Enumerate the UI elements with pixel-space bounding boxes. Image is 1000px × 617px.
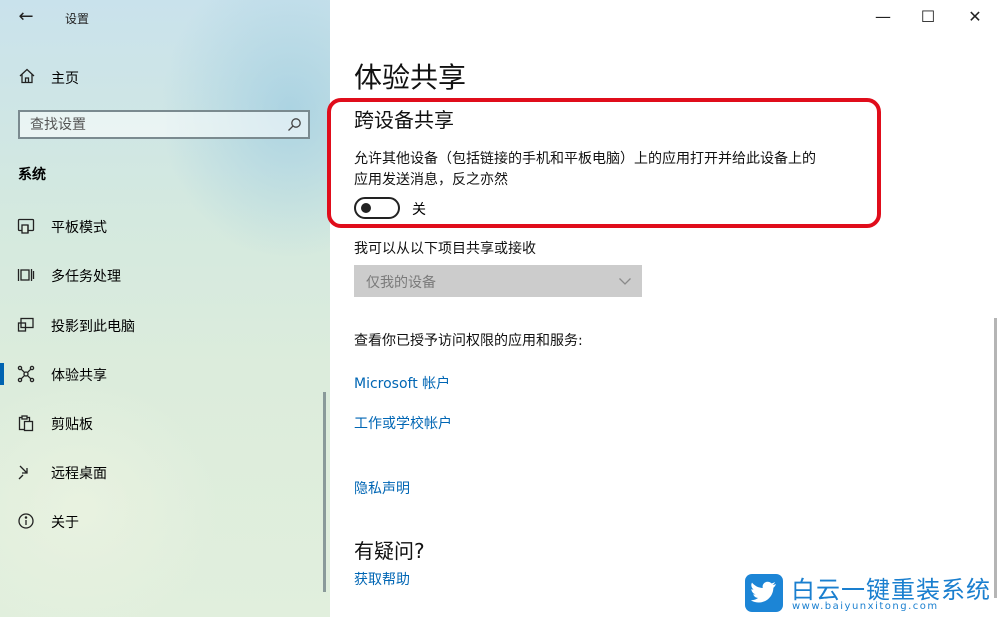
cross-device-toggle[interactable] (354, 197, 400, 219)
sidebar-item-label: 体验共享 (51, 368, 107, 384)
minimize-button[interactable]: — (863, 4, 903, 30)
search-input[interactable] (20, 112, 280, 137)
get-help-link[interactable]: 获取帮助 (354, 569, 410, 589)
sidebar-item-label: 关于 (51, 515, 79, 531)
sidebar-item-clipboard[interactable]: 剪贴板 (0, 403, 330, 443)
section-header-system: 系统 (18, 167, 46, 183)
main-content: — ☐ ✕ 体验共享 跨设备共享 允许其他设备（包括链接的手机和平板电脑）上的应… (327, 0, 1000, 617)
bird-logo-icon (745, 574, 783, 612)
sidebar-item-shared-experiences[interactable]: 体验共享 (0, 354, 330, 394)
selection-indicator (0, 363, 4, 385)
microsoft-account-link[interactable]: Microsoft 帐户 (354, 373, 450, 393)
maximize-button[interactable]: ☐ (908, 4, 948, 30)
project-icon (17, 317, 34, 332)
sidebar-item-label: 主页 (51, 71, 79, 87)
clipboard-icon (18, 415, 34, 432)
search-box[interactable] (18, 110, 310, 139)
sidebar-scrollbar[interactable] (323, 392, 326, 592)
sidebar-item-label: 剪贴板 (51, 417, 93, 433)
multitasking-icon (17, 269, 35, 281)
sidebar-item-label: 远程桌面 (51, 466, 107, 482)
chevron-down-icon (619, 278, 631, 285)
sidebar-item-label: 投影到此电脑 (51, 319, 135, 335)
main-scrollbar[interactable] (994, 318, 997, 598)
cross-device-heading: 跨设备共享 (354, 108, 454, 132)
sidebar-item-multitasking[interactable]: 多任务处理 (0, 255, 330, 295)
watermark-url: www.baiyunxitong.com (792, 601, 939, 612)
app-title: 设置 (65, 12, 90, 26)
toggle-knob (361, 203, 371, 213)
privacy-statement-link[interactable]: 隐私声明 (354, 478, 410, 498)
toggle-state-label: 关 (412, 202, 426, 218)
share-from-dropdown[interactable]: 仅我的设备 (354, 265, 642, 297)
sidebar-item-about[interactable]: 关于 (0, 501, 330, 541)
share-from-label: 我可以从以下项目共享或接收 (354, 241, 536, 257)
sidebar: ← 设置 主页 系统 平板模式 多任务处理 (0, 0, 330, 617)
sidebar-item-label: 平板模式 (51, 220, 107, 236)
shared-experiences-icon (17, 365, 35, 383)
close-button[interactable]: ✕ (955, 4, 995, 30)
help-heading: 有疑问? (354, 539, 425, 563)
sidebar-item-remote-desktop[interactable]: 远程桌面 (0, 452, 330, 492)
sidebar-item-label: 多任务处理 (51, 269, 121, 285)
page-title: 体验共享 (354, 61, 467, 94)
back-button[interactable]: ← (14, 6, 38, 28)
home-icon (19, 68, 35, 84)
sidebar-item-tablet-mode[interactable]: 平板模式 (0, 206, 330, 246)
watermark: 白云一键重装系统 www.baiyunxitong.com (745, 570, 995, 616)
search-icon[interactable] (287, 117, 302, 132)
watermark-title: 白云一键重装系统 (791, 576, 991, 604)
permissions-label: 查看你已授予访问权限的应用和服务: (354, 333, 583, 349)
dropdown-value: 仅我的设备 (366, 275, 436, 291)
work-school-account-link[interactable]: 工作或学校帐户 (354, 413, 452, 433)
info-icon (18, 513, 34, 529)
remote-desktop-icon (18, 465, 28, 480)
cross-device-description: 允许其他设备（包括链接的手机和平板电脑）上的应用打开并给此设备上的应用发送消息，… (354, 151, 816, 188)
sidebar-item-home[interactable]: 主页 (0, 60, 330, 94)
sidebar-item-project[interactable]: 投影到此电脑 (0, 305, 330, 345)
tablet-mode-icon (17, 218, 35, 234)
